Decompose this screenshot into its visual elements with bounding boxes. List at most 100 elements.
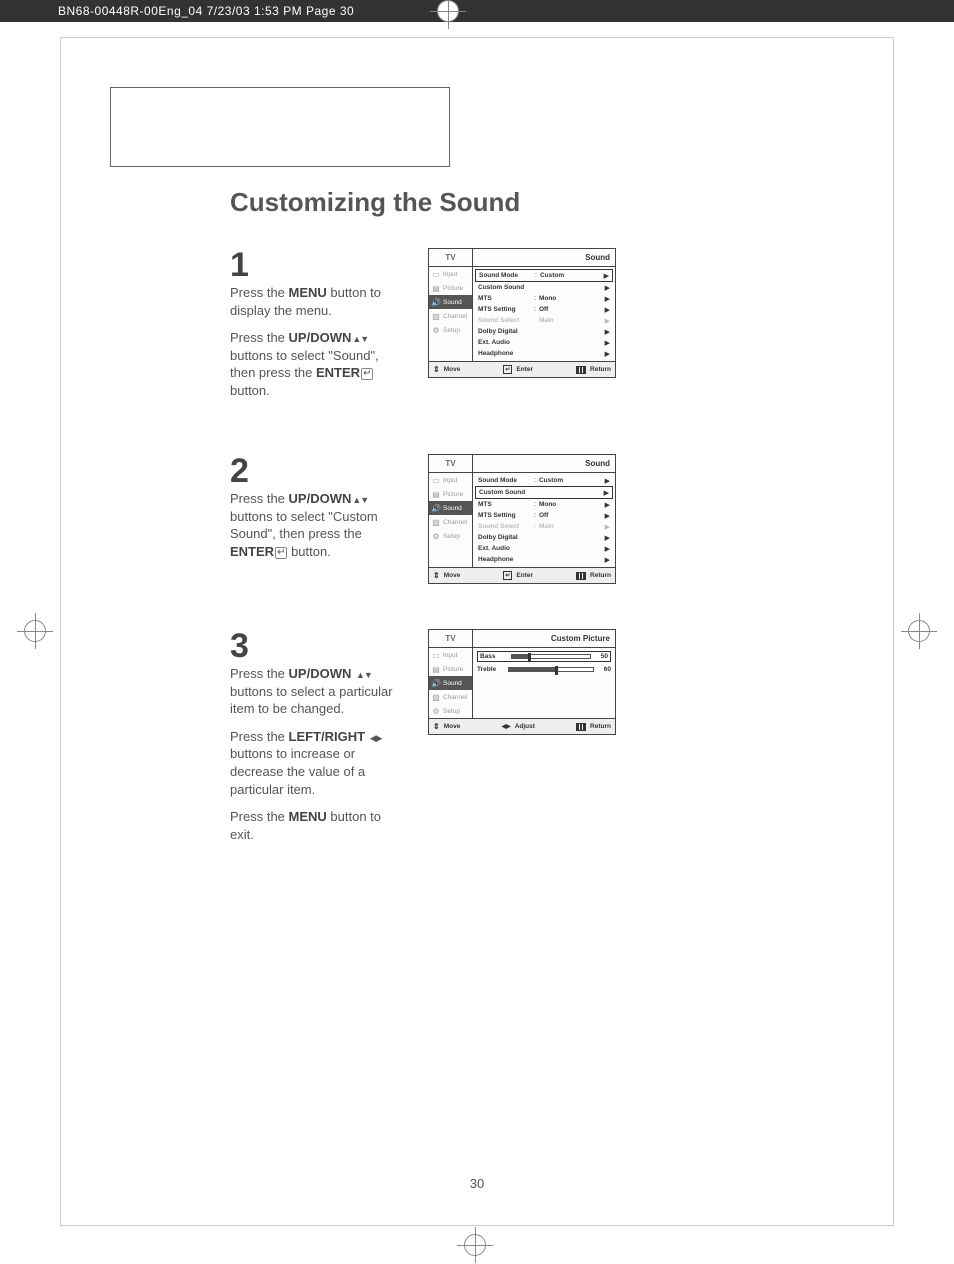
input-icon: ▭	[431, 270, 441, 278]
osd-screenshot-1: TV Sound ▭Input ▤Picture 🔊Sound ▨Channel…	[428, 248, 616, 378]
up-down-icon	[351, 330, 368, 345]
osd-row-headphone: Headphone▶	[475, 348, 613, 359]
osd-row-sound-select: Sound Select:Main▶	[475, 521, 613, 532]
osd-side-sound: 🔊Sound	[429, 676, 472, 690]
step-2-text: 2 Press the UP/DOWN buttons to select "C…	[230, 454, 400, 570]
osd-row-ext-audio: Ext. Audio▶	[475, 543, 613, 554]
registration-mark-top	[437, 0, 459, 25]
osd-tv-label: TV	[429, 630, 473, 647]
enter-label: ENTER	[230, 544, 274, 559]
step-3: 3 Press the UP/DOWN buttons to select a …	[230, 629, 854, 853]
step-text-fragment: Press the	[230, 285, 289, 300]
step-3-number: 3	[230, 629, 400, 663]
osd-hint-bar: Move Enter Return	[429, 567, 615, 583]
osd-sidebar: ▭Input ▤Picture 🔊Sound ▨Channel ⚙Setup	[429, 473, 473, 567]
hint-return: Return	[576, 722, 611, 731]
sound-icon: 🔊	[431, 298, 441, 306]
step-text-fragment: buttons to select "Custom Sound", then p…	[230, 509, 378, 542]
setup-icon: ⚙	[431, 326, 441, 334]
slider-track	[511, 654, 591, 659]
slider-treble: Treble 60	[477, 666, 611, 673]
step-text-fragment: Press the	[230, 491, 289, 506]
arrow-right-icon: ▶	[604, 489, 609, 497]
imprint-header: BN68-00448R-00Eng_04 7/23/03 1:53 PM Pag…	[0, 0, 954, 22]
step-2: 2 Press the UP/DOWN buttons to select "C…	[230, 454, 854, 584]
enter-label: ENTER	[316, 365, 360, 380]
arrow-right-icon: ▶	[605, 545, 610, 553]
step-1-number: 1	[230, 248, 400, 282]
arrow-right-icon: ▶	[605, 295, 610, 303]
arrow-right-icon: ▶	[605, 477, 610, 485]
step-text-fragment: button.	[287, 544, 330, 559]
arrow-right-icon: ▶	[605, 284, 610, 292]
osd-side-input: ▭Input	[429, 267, 472, 281]
page-content: Customizing the Sound 1 Press the MENU b…	[60, 37, 894, 1225]
slider-value: 50	[594, 653, 608, 660]
header-box	[110, 87, 450, 167]
registration-mark-left	[24, 620, 46, 647]
step-text-fragment: Press the	[230, 666, 289, 681]
osd-row-custom-sound: Custom Sound▶	[475, 282, 613, 293]
hint-return: Return	[576, 365, 611, 374]
hint-return: Return	[576, 571, 611, 580]
page-number: 30	[60, 1176, 894, 1191]
step-2-number: 2	[230, 454, 400, 488]
step-1: 1 Press the MENU button to display the m…	[230, 248, 854, 409]
osd-side-channel: ▨Channel	[429, 309, 472, 323]
osd-row-mts: MTS:Mono▶	[475, 293, 613, 304]
osd-row-dolby: Dolby Digital▶	[475, 532, 613, 543]
slider-label: Treble	[477, 666, 505, 673]
enter-icon	[274, 544, 287, 559]
step-text-fragment: buttons to increase or decrease the valu…	[230, 746, 365, 796]
leftright-label: LEFT/RIGHT	[289, 729, 366, 744]
step-text-fragment: buttons to select a particular item to b…	[230, 684, 393, 717]
osd-title: Sound	[473, 249, 615, 266]
hint-move: Move	[433, 722, 460, 731]
osd-title: Custom Picture	[473, 630, 615, 647]
osd-side-channel: ▨Channel	[429, 515, 472, 529]
up-down-icon	[351, 491, 368, 506]
slider-bass: Bass 50	[477, 651, 611, 662]
updown-label: UP/DOWN	[289, 330, 352, 345]
step-1-text: 1 Press the MENU button to display the m…	[230, 248, 400, 409]
osd-screenshot-2: TV Sound ▭Input ▤Picture 🔊Sound ▨Channel…	[428, 454, 616, 584]
channel-icon: ▨	[431, 518, 441, 526]
slider-label: Bass	[480, 653, 508, 660]
osd-side-channel: ▨Channel	[429, 690, 472, 704]
hint-move: Move	[433, 365, 460, 374]
osd-row-custom-sound: Custom Sound▶	[475, 486, 613, 499]
osd-row-mts: MTS:Mono▶	[475, 499, 613, 510]
arrow-right-icon: ▶	[605, 534, 610, 542]
osd-side-setup: ⚙Setup	[429, 323, 472, 337]
left-right-icon	[369, 729, 382, 744]
channel-icon: ▨	[431, 693, 441, 701]
page-title: Customizing the Sound	[230, 187, 854, 218]
osd-row-sound-mode: Sound Mode:Custom▶	[475, 475, 613, 486]
osd-row-mts-setting: MTS Setting:Off▶	[475, 510, 613, 521]
osd-side-input: ▭Input	[429, 648, 472, 662]
osd-side-picture: ▤Picture	[429, 281, 472, 295]
osd-row-headphone: Headphone▶	[475, 554, 613, 565]
step-text-fragment: Press the	[230, 330, 289, 345]
picture-icon: ▤	[431, 490, 441, 498]
osd-screenshot-3: TV Custom Picture ▭Input ▤Picture 🔊Sound…	[428, 629, 616, 735]
osd-slider-panel: Bass 50 Treble	[473, 648, 615, 718]
picture-icon: ▤	[431, 665, 441, 673]
sound-icon: 🔊	[431, 504, 441, 512]
arrow-right-icon: ▶	[605, 512, 610, 520]
osd-row-ext-audio: Ext. Audio▶	[475, 337, 613, 348]
osd-side-sound: 🔊Sound	[429, 295, 472, 309]
osd-menu-list: Sound Mode:Custom▶ Custom Sound▶ MTS:Mon…	[473, 473, 615, 567]
step-3-text: 3 Press the UP/DOWN buttons to select a …	[230, 629, 400, 853]
osd-tv-label: TV	[429, 249, 473, 266]
hint-enter: Enter	[503, 571, 533, 580]
osd-side-sound: 🔊Sound	[429, 501, 472, 515]
arrow-right-icon: ▶	[605, 328, 610, 336]
registration-mark-bottom	[464, 1234, 486, 1261]
osd-menu-list: Sound Mode:Custom▶ Custom Sound▶ MTS:Mon…	[473, 267, 615, 361]
picture-icon: ▤	[431, 284, 441, 292]
step-text-fragment: Press the	[230, 729, 289, 744]
hint-enter: Enter	[503, 365, 533, 374]
input-icon: ▭	[431, 476, 441, 484]
osd-hint-bar: Move Enter Return	[429, 361, 615, 377]
